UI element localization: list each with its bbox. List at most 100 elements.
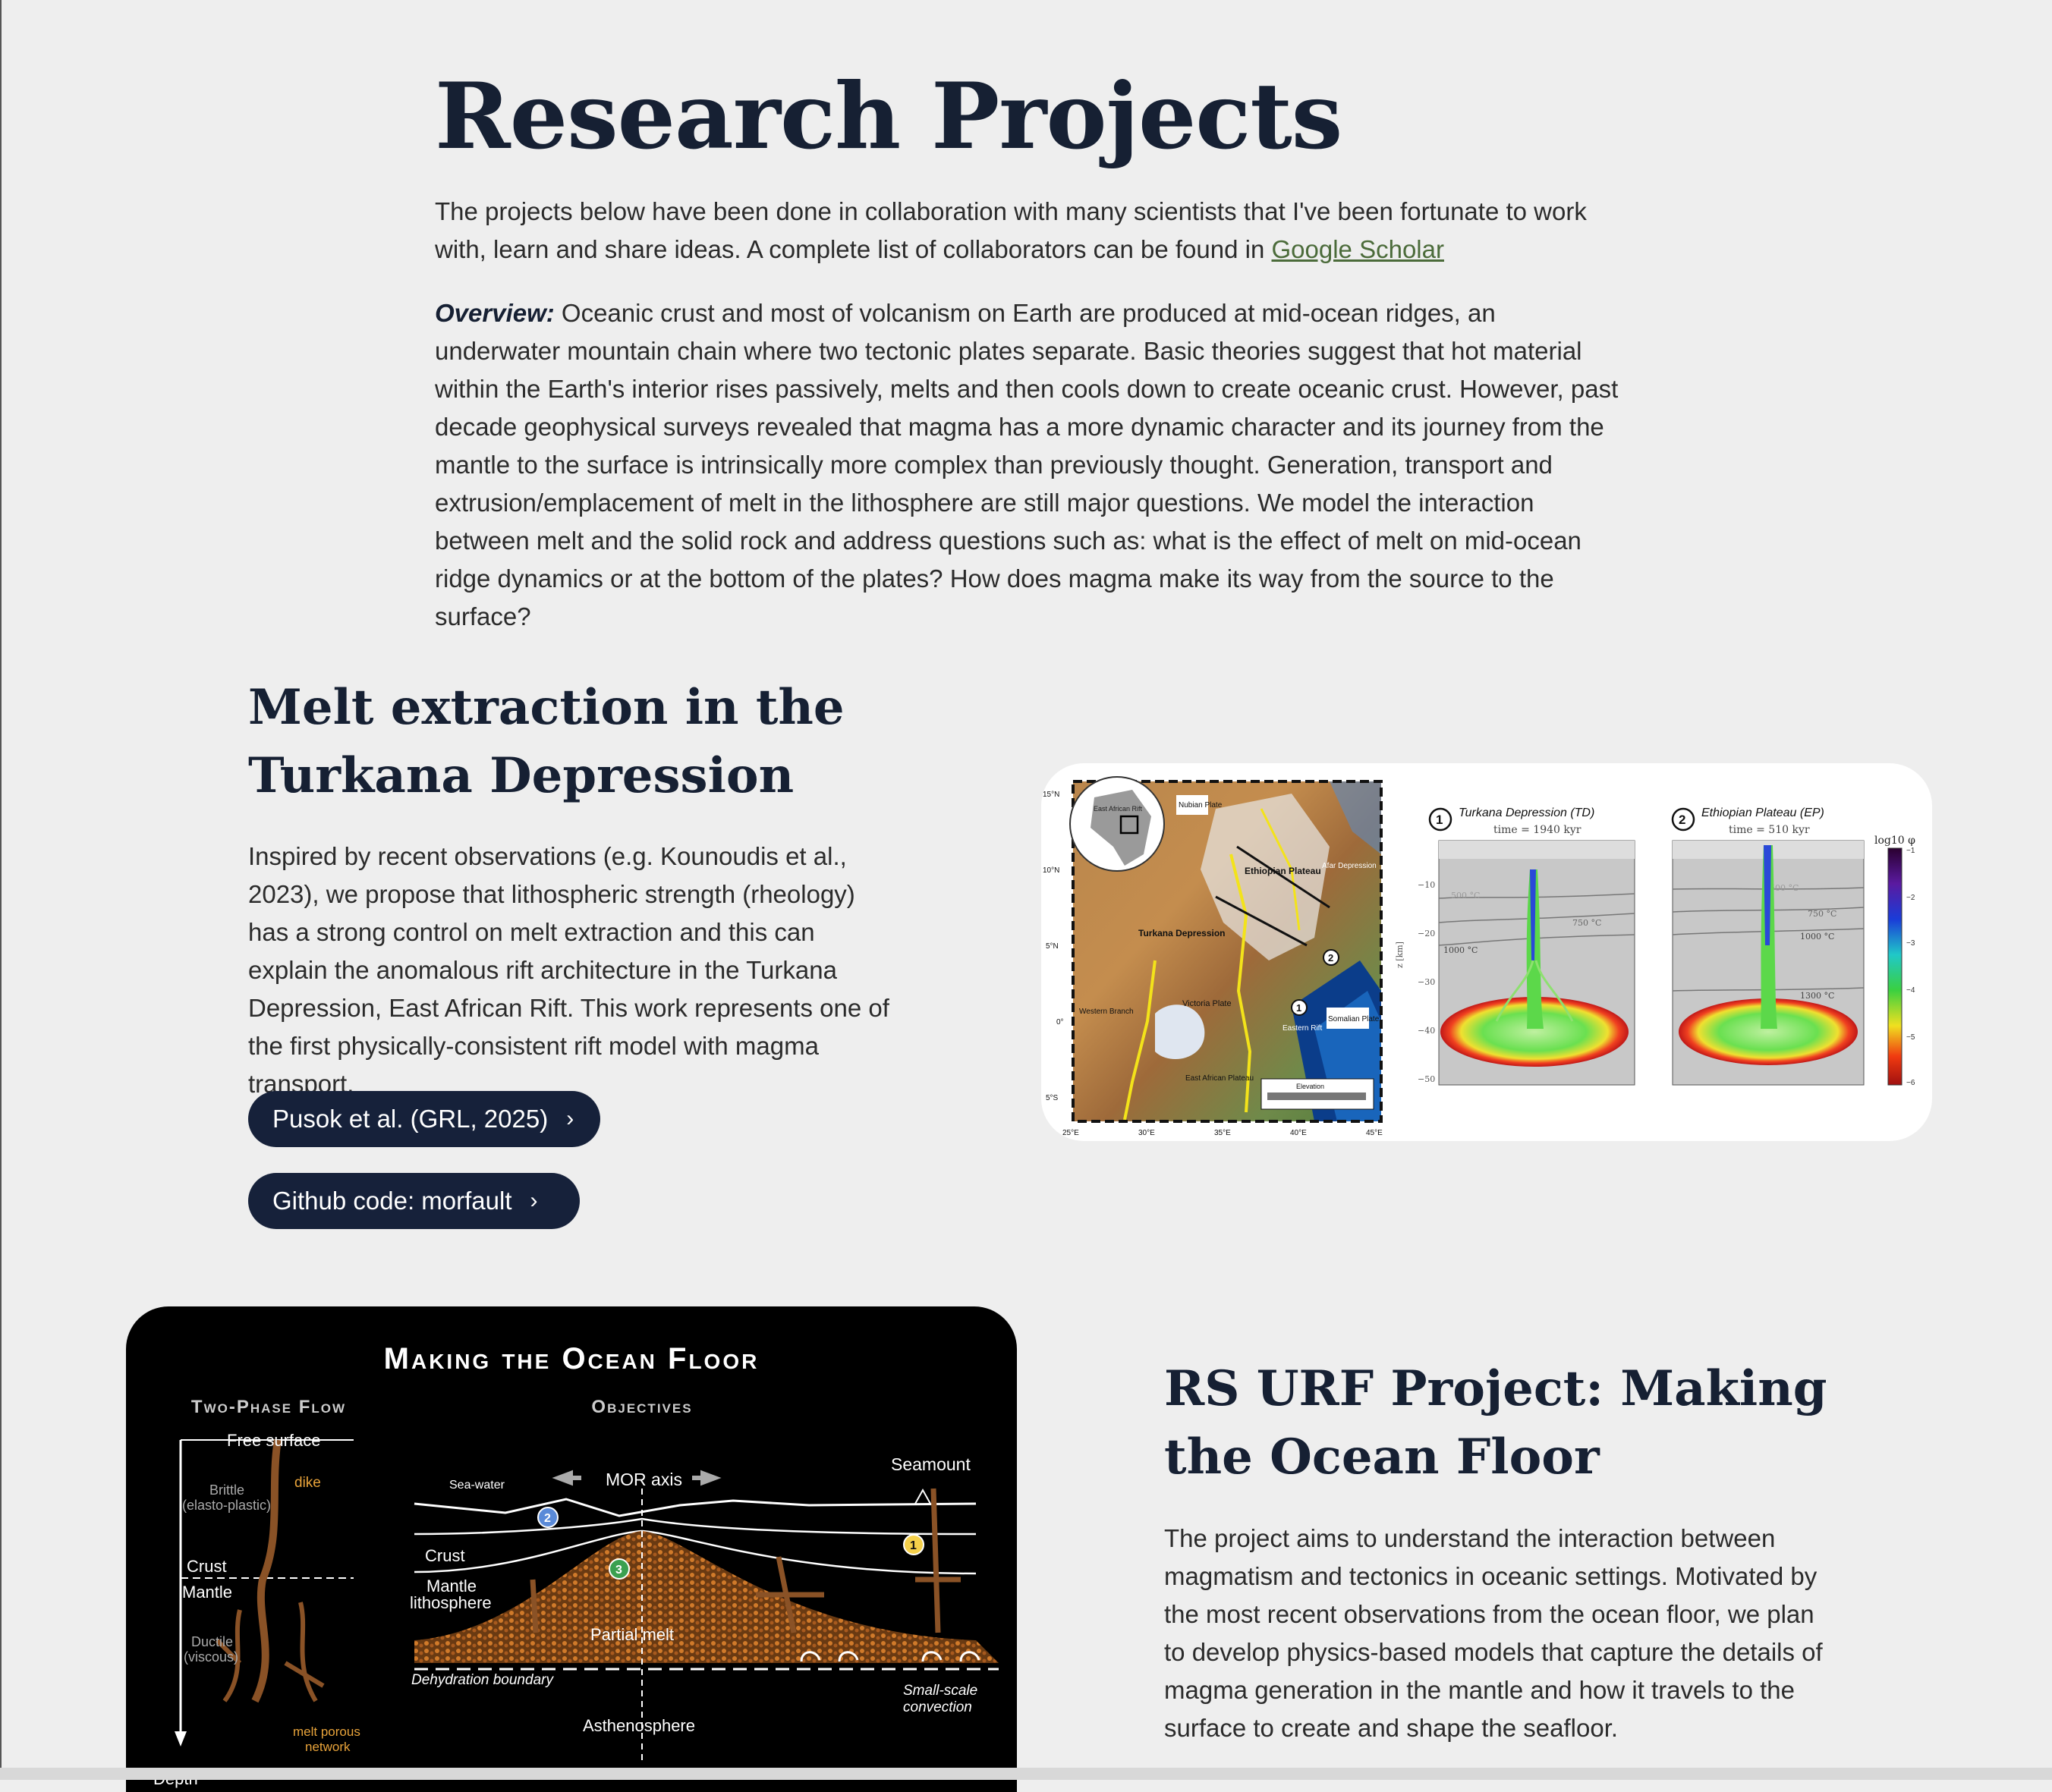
- panel-title-turkana: Turkana Depression (TD): [1459, 806, 1594, 819]
- colorbar: log10 φ −1 −2 −3 −4 −5 −6: [1874, 835, 1915, 1087]
- mantle-label-left: Mantle: [182, 1583, 232, 1602]
- map-lon-label: 25°E: [1062, 1129, 1079, 1137]
- isotherm-label: 500 °C: [1770, 883, 1799, 893]
- colorbar-tick: −3: [1906, 939, 1915, 948]
- panel-marker-2: 2: [1679, 813, 1685, 827]
- map-label-western-branch: Western Branch: [1079, 1008, 1134, 1016]
- intro-paragraph: The projects below have been done in col…: [435, 193, 1619, 269]
- colorbar-tick: −5: [1906, 1033, 1915, 1042]
- viscous-label: (viscous): [184, 1649, 238, 1665]
- google-scholar-link[interactable]: Google Scholar: [1272, 235, 1444, 263]
- map-label-victoria-plate: Victoria Plate: [1182, 999, 1232, 1008]
- model-panel-turkana: 1 Turkana Depression (TD) time = 1940 ky…: [1428, 806, 1635, 1086]
- turkana-figure: East African Rift Nubian Plate Ethiopian…: [1041, 763, 1932, 1141]
- objectives-diagram: Sea-water MOR axis Seamount Crust Mantle…: [410, 1454, 999, 1762]
- map-label-east-african-rift: East African Rift: [1094, 805, 1143, 813]
- page-title: Research Projects: [435, 63, 1342, 170]
- project-description-turkana: Inspired by recent observations (e.g. Ko…: [248, 842, 889, 1098]
- two-phase-subtitle: Two-Phase Flow: [191, 1397, 346, 1417]
- crust-label-left: Crust: [187, 1557, 227, 1576]
- colorbar-label: log10 φ: [1874, 835, 1915, 847]
- map-label-eastern-rift: Eastern Rift: [1282, 1024, 1322, 1033]
- network-label: network: [305, 1740, 351, 1754]
- map-label-turkana-depression: Turkana Depression: [1138, 928, 1225, 938]
- panel-time-ethiopia: time = 510 kyr: [1729, 824, 1810, 836]
- panel-title-ethiopia: Ethiopian Plateau (EP): [1701, 806, 1824, 819]
- project-description-ocean-floor: The project aims to understand the inter…: [1164, 1524, 1823, 1742]
- colorbar-tick: −6: [1906, 1079, 1915, 1087]
- map-marker-2: 2: [1328, 952, 1333, 964]
- chevron-right-icon: ›: [566, 1106, 574, 1131]
- z-tick: −30: [1418, 977, 1435, 987]
- map-lat-label: 15°N: [1043, 791, 1059, 799]
- overview-label: Overview:: [435, 299, 555, 327]
- ocean-figure-title: Making the Ocean Floor: [384, 1342, 760, 1375]
- map-lat-label: 5°N: [1046, 942, 1059, 951]
- map-lat-label: 0°: [1056, 1018, 1064, 1026]
- colorbar-tick: −4: [1906, 986, 1915, 995]
- map-label-nubian-plate: Nubian Plate: [1179, 801, 1223, 810]
- z-axis-label: z [km]: [1395, 942, 1405, 968]
- isotherm-label: 750 °C: [1808, 909, 1836, 919]
- partial-melt-label: Partial melt: [590, 1625, 674, 1644]
- objectives-subtitle: Objectives: [591, 1397, 692, 1417]
- dike-label: dike: [294, 1475, 321, 1491]
- melt-porous-label: melt porous: [293, 1724, 360, 1739]
- map-lon-label: 35°E: [1214, 1129, 1231, 1137]
- chevron-right-icon: ›: [530, 1188, 538, 1213]
- objective-marker-1: 1: [910, 1539, 917, 1552]
- map-lon-label: 45°E: [1366, 1129, 1383, 1137]
- z-tick: −10: [1418, 880, 1435, 890]
- convection-label: convection: [903, 1699, 972, 1715]
- colorbar-tick: −1: [1906, 847, 1915, 855]
- seawater-label: Sea-water: [449, 1479, 505, 1492]
- map-label-ethiopian-plateau: Ethiopian Plateau: [1245, 866, 1321, 876]
- map-label-afar-depression: Afar Depression: [1322, 862, 1377, 870]
- ocean-floor-figure: Making the Ocean Floor Two-Phase Flow Ob…: [126, 1306, 1017, 1792]
- isotherm-label: 750 °C: [1572, 918, 1601, 928]
- free-surface-label: Free surface: [227, 1431, 321, 1450]
- panel-marker-1: 1: [1436, 813, 1443, 827]
- objective-marker-2: 2: [544, 1512, 551, 1525]
- panel-time-turkana: time = 1940 kyr: [1493, 824, 1581, 836]
- map-elevation-label: Elevation: [1296, 1083, 1324, 1090]
- window-edge: [0, 0, 2, 1780]
- paper-link-button[interactable]: Pusok et al. (GRL, 2025) ›: [248, 1091, 600, 1147]
- z-tick: −50: [1418, 1074, 1435, 1084]
- rift-map: East African Rift Nubian Plate Ethiopian…: [1043, 776, 1383, 1137]
- overview-text: Oceanic crust and most of volcanism on E…: [435, 299, 1619, 630]
- lithosphere-label: lithosphere: [410, 1593, 492, 1612]
- elasto-label: (elasto-plastic): [182, 1498, 271, 1513]
- dehydration-label: Dehydration boundary: [411, 1672, 554, 1688]
- model-panel-ethiopia: 2 Ethiopian Plateau (EP) time = 510 kyr …: [1671, 806, 1865, 1086]
- objective-marker-3: 3: [615, 1564, 622, 1577]
- small-scale-label: Small-scale: [903, 1683, 977, 1699]
- map-lat-label: 5°S: [1046, 1094, 1059, 1102]
- project-title-turkana: Melt extraction in the Turkana Depressio…: [248, 679, 845, 804]
- z-tick: −40: [1418, 1026, 1435, 1036]
- map-lon-label: 40°E: [1290, 1129, 1307, 1137]
- brittle-label: Brittle: [209, 1482, 244, 1498]
- github-code-label: Github code: morfault: [272, 1187, 512, 1215]
- z-tick: −20: [1418, 929, 1435, 938]
- isotherm-label: 500 °C: [1451, 891, 1480, 901]
- crust-label-right: Crust: [425, 1546, 465, 1565]
- ductile-label: Ductile: [191, 1634, 233, 1649]
- overview-paragraph: Overview: Oceanic crust and most of volc…: [435, 294, 1619, 636]
- github-code-button[interactable]: Github code: morfault ›: [248, 1173, 580, 1229]
- asthenosphere-label: Asthenosphere: [583, 1716, 695, 1735]
- horizontal-scrollbar[interactable]: [0, 1768, 2052, 1780]
- colorbar-tick: −2: [1906, 894, 1915, 902]
- paper-link-label: Pusok et al. (GRL, 2025): [272, 1105, 549, 1133]
- map-lat-label: 10°N: [1043, 866, 1059, 875]
- map-label-east-african-plateau: East African Plateau: [1185, 1074, 1254, 1083]
- isotherm-label: 1300 °C: [1800, 991, 1834, 1001]
- isotherm-label: 1000 °C: [1800, 932, 1834, 942]
- project-title-ocean-floor: RS URF Project: Making the Ocean Floor: [1164, 1360, 1827, 1485]
- map-lon-label: 30°E: [1138, 1129, 1155, 1137]
- seamount-label: Seamount: [891, 1454, 971, 1474]
- map-label-somalian-plate: Somalian Plate: [1328, 1015, 1380, 1023]
- map-marker-1: 1: [1296, 1002, 1301, 1014]
- mor-axis-label: MOR axis: [606, 1470, 682, 1489]
- isotherm-label: 1000 °C: [1443, 945, 1478, 955]
